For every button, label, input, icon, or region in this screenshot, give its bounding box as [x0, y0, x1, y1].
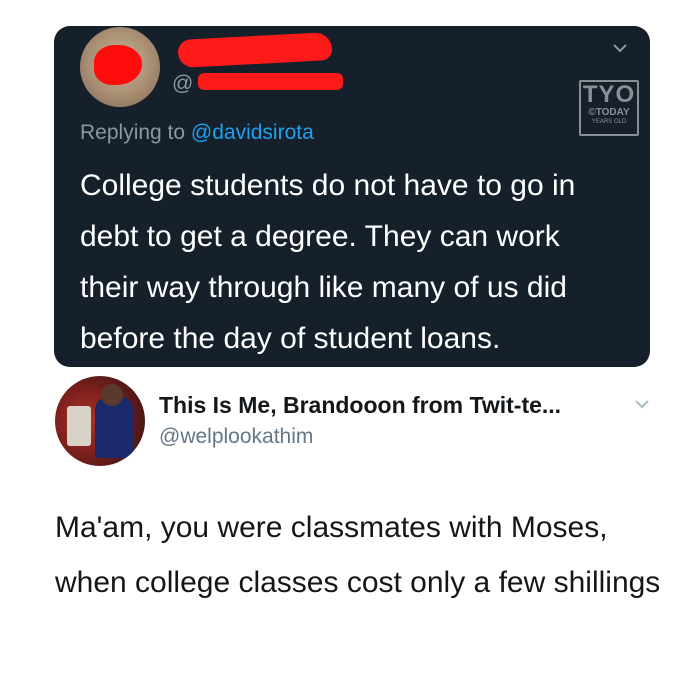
reply-text-end: shillings [553, 566, 661, 599]
avatar-head [101, 384, 123, 406]
redacted-handle [198, 73, 343, 90]
avatar[interactable] [55, 376, 145, 466]
replying-mention-link[interactable]: @davidsirota [191, 121, 314, 144]
chevron-down-icon[interactable] [612, 40, 628, 56]
replying-to-line: Replying to @davidsirota [80, 121, 314, 145]
watermark-line3: YEARS OLD [591, 119, 627, 125]
handle-prefix: @ [172, 72, 194, 95]
avatar-background [67, 406, 91, 446]
watermark-brand: TYO [582, 81, 636, 108]
redaction-mark [94, 45, 142, 85]
reply-text-main: Ma'am, you were classmates with Moses, w… [55, 511, 608, 599]
watermark-line2: ©TODAY [588, 107, 630, 118]
chevron-down-icon[interactable] [634, 396, 650, 412]
reply-tweet-text: Ma'am, you were classmates with Moses, w… [55, 500, 675, 610]
original-tweet-text: College students do not have to go in de… [80, 169, 576, 355]
reply-display-name[interactable]: This Is Me, Brandooon from Twit-te... [159, 392, 561, 419]
replying-prefix: Replying to [80, 121, 186, 144]
tyo-watermark: TYO ©TODAY YEARS OLD [579, 80, 639, 136]
avatar[interactable] [80, 27, 160, 107]
reply-handle[interactable]: @welplookathim [159, 425, 313, 449]
